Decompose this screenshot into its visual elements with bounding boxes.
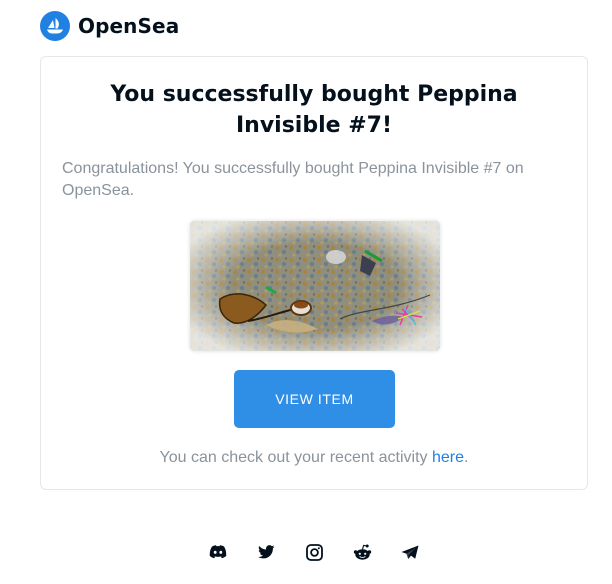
header: OpenSea bbox=[40, 10, 179, 42]
activity-period: . bbox=[464, 449, 469, 466]
reddit-icon[interactable] bbox=[352, 542, 372, 562]
twitter-icon[interactable] bbox=[256, 542, 276, 562]
view-item-button[interactable]: VIEW ITEM bbox=[234, 370, 395, 428]
nft-artwork-icon bbox=[190, 221, 440, 351]
instagram-icon[interactable] bbox=[304, 542, 324, 562]
activity-note: You can check out your recent activity h… bbox=[41, 449, 587, 467]
opensea-logo-icon[interactable] bbox=[40, 11, 70, 41]
activity-here-link[interactable]: here bbox=[432, 449, 464, 466]
purchase-confirmation-card: You successfully bought Peppina Invisibl… bbox=[40, 56, 588, 490]
page-title: You successfully bought Peppina Invisibl… bbox=[110, 82, 518, 138]
nft-image[interactable] bbox=[190, 221, 440, 351]
social-links bbox=[208, 542, 420, 562]
telegram-icon[interactable] bbox=[400, 542, 420, 562]
confirmation-message: Congratulations! You successfully bought… bbox=[62, 160, 524, 199]
activity-text: You can check out your recent activity bbox=[159, 449, 432, 466]
discord-icon[interactable] bbox=[208, 542, 228, 562]
brand-name[interactable]: OpenSea bbox=[78, 14, 179, 38]
